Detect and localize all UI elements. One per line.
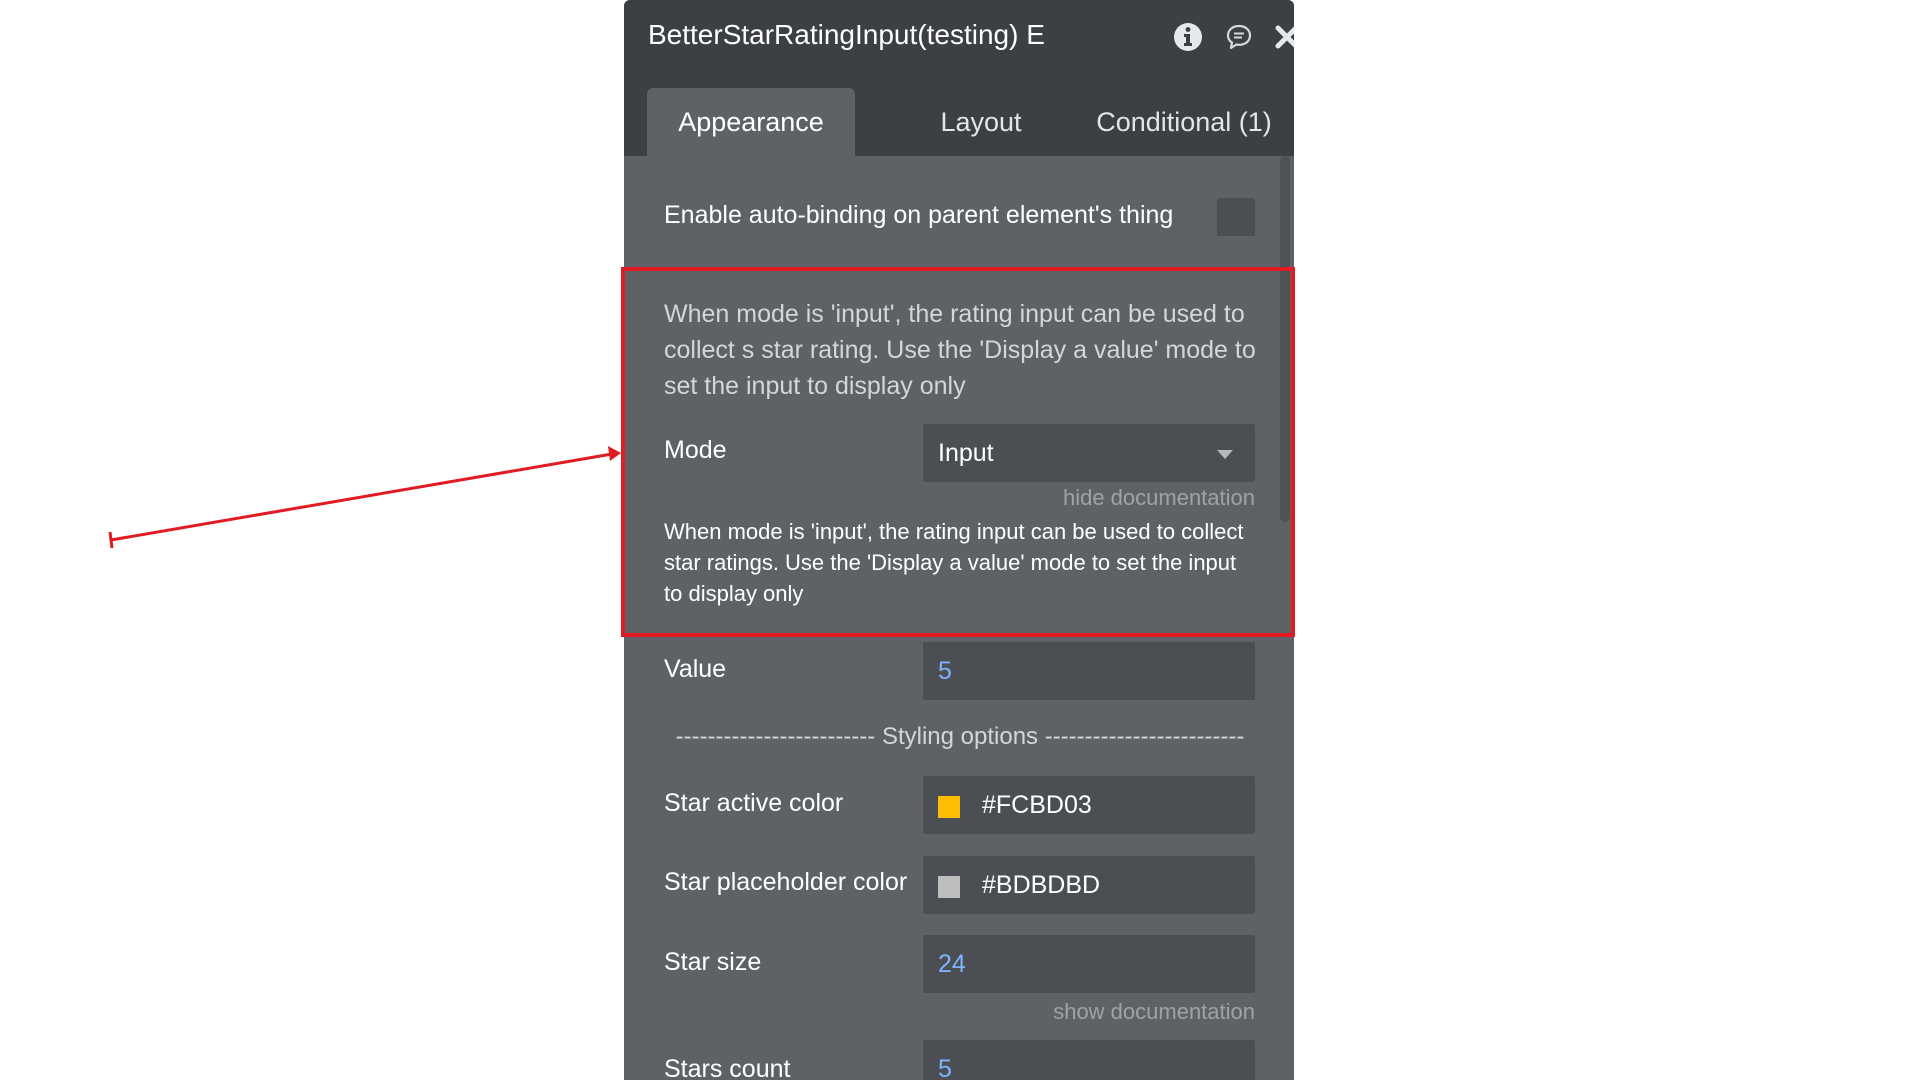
mode-doc-text: When mode is 'input', the rating input c… — [664, 300, 1256, 400]
stars-count-value: 5 — [938, 1055, 952, 1080]
tab-conditional[interactable]: Conditional (1) — [1074, 88, 1294, 156]
star-placeholder-color-field[interactable]: #BDBDBD — [923, 856, 1255, 914]
comment-icon[interactable] — [1222, 20, 1256, 54]
color-swatch[interactable] — [938, 876, 960, 898]
star-active-color-label: Star active color — [664, 789, 844, 817]
tab-layout[interactable]: Layout — [881, 88, 1081, 156]
star-size-value: 24 — [938, 950, 966, 978]
panel-title: BetterStarRatingInput(testing) E — [648, 19, 1045, 50]
star-placeholder-color-value: #BDBDBD — [982, 871, 1101, 899]
mode-dropdown[interactable]: Input — [923, 424, 1255, 482]
tab-appearance[interactable]: Appearance — [647, 88, 855, 156]
star-size-field[interactable]: 24 — [923, 935, 1255, 993]
stars-count-label: Stars count — [664, 1055, 791, 1080]
panel-scrollbar[interactable] — [1280, 156, 1290, 522]
show-documentation-link[interactable]: show documentation — [1053, 999, 1255, 1025]
styling-options-divider: ------------------------- Styling option… — [675, 723, 1245, 750]
hide-documentation-link[interactable]: hide documentation — [1063, 485, 1255, 511]
star-placeholder-color-label: Star placeholder color — [664, 868, 908, 896]
tab-bar: Appearance Layout Conditional (1) — [624, 74, 1294, 156]
autobind-label: Enable auto-binding on parent element's … — [664, 201, 1174, 229]
stars-count-field[interactable]: 5 — [923, 1040, 1255, 1080]
value-field[interactable]: 5 — [923, 642, 1255, 700]
property-editor-panel: BetterStarRatingInput(testing) E Appeara… — [624, 0, 1294, 1080]
value-field-value: 5 — [938, 657, 952, 685]
star-size-label: Star size — [664, 948, 762, 976]
mode-documentation: When mode is 'input', the rating input c… — [664, 519, 1244, 606]
close-icon[interactable] — [1270, 20, 1294, 54]
info-icon[interactable] — [1171, 20, 1205, 54]
autobind-checkbox[interactable] — [1217, 198, 1255, 236]
mode-label: Mode — [664, 436, 727, 464]
star-active-color-value: #FCBD03 — [982, 791, 1092, 819]
value-label: Value — [664, 655, 727, 683]
star-active-color-field[interactable]: #FCBD03 — [923, 776, 1255, 834]
color-swatch[interactable] — [938, 796, 960, 818]
chevron-down-icon — [1217, 450, 1233, 459]
panel-titlebar[interactable]: BetterStarRatingInput(testing) E — [624, 0, 1294, 74]
mode-dropdown-value: Input — [938, 439, 994, 467]
